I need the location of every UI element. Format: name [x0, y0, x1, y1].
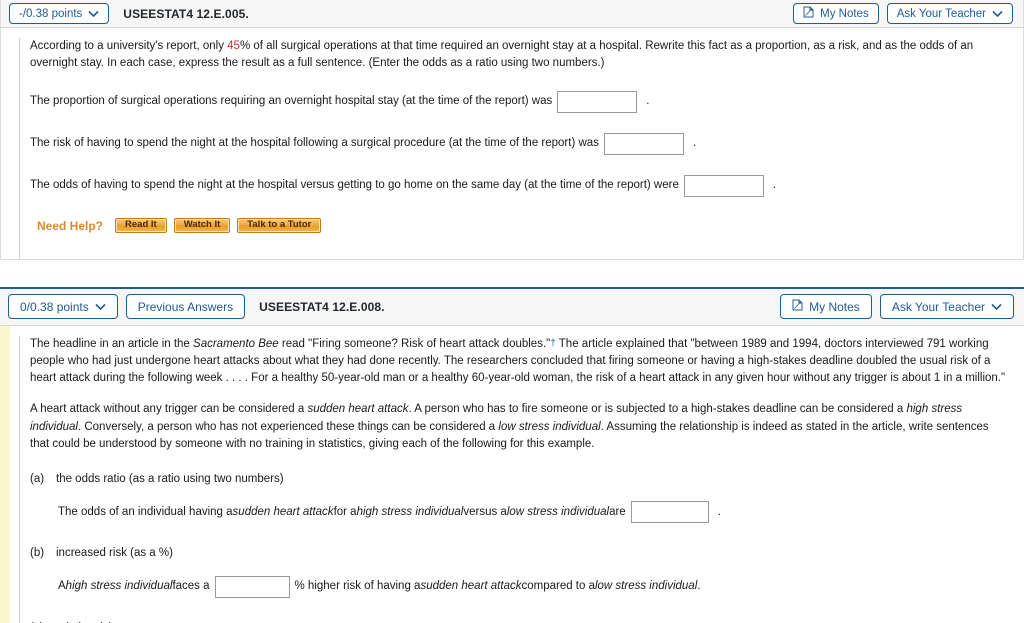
note-icon [803, 6, 814, 21]
part-b-answer-input[interactable] [214, 575, 290, 598]
question-card-2: 0/0.38 points Previous Answers USEESTAT4… [0, 286, 1024, 623]
part-b: (b) increased risk (as a %) [30, 545, 1010, 562]
read-it-button[interactable]: Read It [115, 218, 167, 233]
part-b-period: . [697, 579, 701, 592]
part-a-text-1: The odds of an individual having a [58, 505, 233, 518]
part-a-label: (a) [30, 473, 45, 485]
need-help-section-1: Need Help? Read It Watch It Talk to a Tu… [30, 217, 1009, 235]
part-c: (c) relative risk [30, 620, 1010, 623]
note-icon [792, 299, 803, 314]
question-1-id: USEESTAT4 12.E.005. [123, 6, 249, 21]
question-1-header: -/0.38 points USEESTAT4 12.E.005. My Not… [1, 0, 1023, 28]
question-2-paragraph-1: The headline in an article in the Sacram… [30, 336, 1010, 388]
para2-part-2: . A person who has to fire someone or is… [408, 403, 907, 416]
part-c-title: relative risk [56, 620, 114, 623]
my-notes-label: My Notes [809, 299, 860, 314]
chevron-down-icon [991, 303, 1002, 311]
part-a: (a) the odds ratio (as a ratio using two… [30, 471, 1010, 488]
answer-input-odds[interactable] [683, 174, 764, 197]
question-2-id: USEESTAT4 12.E.008. [259, 299, 385, 314]
part-a-text-4: are [609, 505, 626, 518]
part-a-answer-row: The odds of an individual having a sudde… [58, 501, 1010, 524]
points-label: -/0.38 points [19, 7, 83, 20]
part-b-title: increased risk (as a %) [56, 547, 173, 560]
ask-teacher-label: Ask Your Teacher [896, 7, 986, 20]
answer-row-text: The risk of having to spend the night at… [30, 136, 599, 149]
part-a-title: the odds ratio (as a ratio using two num… [56, 473, 284, 485]
answer-input-proportion[interactable] [557, 90, 638, 113]
ask-your-teacher-button-1[interactable]: Ask Your Teacher [886, 3, 1013, 24]
term-sudden-heart-attack: sudden heart attack [307, 403, 409, 416]
part-b-label: (b) [30, 547, 45, 560]
part-b-text-1: A [58, 579, 66, 592]
term-sudden-heart-attack: sudden heart attack [232, 505, 334, 518]
question-1-body: According to a university's report, only… [1, 28, 1023, 259]
para1-part-b: read "Firing someone? Risk of heart atta… [278, 337, 551, 350]
my-notes-label: My Notes [820, 7, 869, 20]
term-high-stress-individual: high stress individual [65, 579, 173, 592]
answer-row-risk: The risk of having to spend the night at… [30, 132, 1009, 155]
para1-part-a: The headline in an article in the [30, 337, 194, 350]
part-a-body: The odds of an individual having a sudde… [30, 488, 1010, 524]
part-a-text-3: versus a [463, 505, 507, 518]
watch-it-button[interactable]: Watch It [173, 218, 231, 233]
para2-part-4: . Conversely, a person who has not exper… [77, 420, 499, 433]
card-separator [0, 260, 1024, 287]
assignment-page: -/0.38 points USEESTAT4 12.E.005. My Not… [0, 0, 1024, 623]
previous-answers-label: Previous Answers [137, 299, 234, 314]
part-b-body: A high stress individual faces a % highe… [30, 563, 1010, 598]
prompt-pre: According to a university's report, only [30, 40, 228, 52]
term-low-stress-individual: low stress individual [498, 420, 601, 433]
publication-name: Sacramento Bee [193, 337, 279, 350]
prompt-percent-value: 45 [227, 40, 240, 52]
part-c-label: (c) [30, 620, 47, 623]
part-b-text-2: faces a [172, 579, 210, 592]
ask-your-teacher-button-2[interactable]: Ask Your Teacher [879, 294, 1014, 319]
chevron-down-icon [88, 10, 99, 18]
answer-row-period: . [692, 136, 697, 149]
answer-row-text: The proportion of surgical operations re… [30, 94, 553, 107]
part-b-answer-row: A high stress individual faces a % highe… [58, 575, 1010, 598]
question-card-1: -/0.38 points USEESTAT4 12.E.005. My Not… [0, 0, 1024, 260]
question-2-paragraph-2: A heart attack without any trigger can b… [30, 401, 1010, 453]
part-b-text-4: compared to a [521, 579, 595, 592]
my-notes-button-1[interactable]: My Notes [793, 3, 879, 24]
question-1-header-actions: My Notes Ask Your Teacher [793, 3, 1015, 24]
term-high-stress-individual: high stress individual [356, 505, 464, 518]
previous-answers-button[interactable]: Previous Answers [125, 294, 246, 319]
talk-to-a-tutor-button[interactable]: Talk to a Tutor [237, 218, 322, 233]
ask-teacher-label: Ask Your Teacher [891, 299, 985, 314]
para2-part-0: A heart attack without any trigger can b… [30, 403, 308, 416]
part-a-text-2: for a [333, 505, 357, 518]
part-b-text-3: % higher risk of having a [294, 579, 421, 592]
answer-row-odds: The odds of having to spend the night at… [30, 174, 1009, 197]
points-pill-2[interactable]: 0/0.38 points [8, 294, 118, 319]
chevron-down-icon [992, 10, 1003, 18]
answer-input-risk[interactable] [603, 132, 684, 155]
points-pill-1[interactable]: -/0.38 points [9, 3, 110, 24]
points-label: 0/0.38 points [20, 299, 89, 314]
term-sudden-heart-attack: sudden heart attack [420, 579, 522, 592]
part-a-answer-input[interactable] [630, 501, 709, 524]
need-help-label: Need Help? [37, 218, 104, 233]
answer-row-proportion: The proportion of surgical operations re… [30, 90, 1009, 113]
answer-row-text: The odds of having to spend the night at… [30, 178, 679, 191]
my-notes-button-2[interactable]: My Notes [780, 294, 872, 319]
term-low-stress-individual: low stress individual [594, 579, 698, 592]
question-2-body: The headline in an article in the Sacram… [0, 325, 1024, 623]
question-2-header: 0/0.38 points Previous Answers USEESTAT4… [0, 288, 1024, 326]
answer-row-period: . [646, 94, 650, 107]
part-a-period: . [717, 505, 721, 518]
chevron-down-icon [95, 303, 106, 311]
question-2-header-actions: My Notes Ask Your Teacher [780, 294, 1016, 319]
term-low-stress-individual: low stress individual [506, 505, 610, 518]
answer-row-period: . [772, 178, 777, 191]
question-1-prompt: According to a university's report, only… [30, 38, 1009, 73]
